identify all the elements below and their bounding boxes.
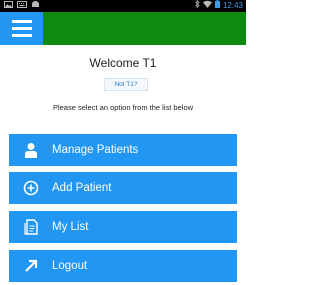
select-option-prompt: Please select an option from the list be… [52, 103, 194, 112]
arrow-up-right-icon [22, 257, 40, 275]
keyboard-icon [17, 0, 27, 12]
app-bar [0, 12, 246, 45]
logout-button[interactable]: Logout [9, 250, 237, 282]
list-document-icon [22, 218, 40, 236]
add-patient-button[interactable]: Add Patient [9, 172, 237, 204]
wifi-icon [202, 0, 212, 12]
manage-patients-button[interactable]: Manage Patients [9, 134, 237, 166]
add-circle-icon [22, 179, 40, 197]
person-icon [22, 141, 40, 159]
my-list-label: My List [52, 221, 89, 233]
bluetooth-icon [195, 0, 200, 12]
welcome-title: Welcome T1 [89, 56, 157, 70]
status-bar: 12:43 [0, 0, 246, 12]
manage-patients-label: Manage Patients [52, 144, 139, 156]
hamburger-menu-icon[interactable] [0, 12, 43, 45]
status-time: 12:43 [222, 1, 243, 10]
not-user-link[interactable]: Not T1? [104, 78, 148, 91]
android-icon [31, 0, 40, 12]
logout-label: Logout [52, 260, 88, 272]
my-list-button[interactable]: My List [9, 211, 237, 243]
battery-icon [214, 0, 220, 12]
photo-icon [4, 0, 13, 12]
add-patient-label: Add Patient [52, 182, 112, 194]
